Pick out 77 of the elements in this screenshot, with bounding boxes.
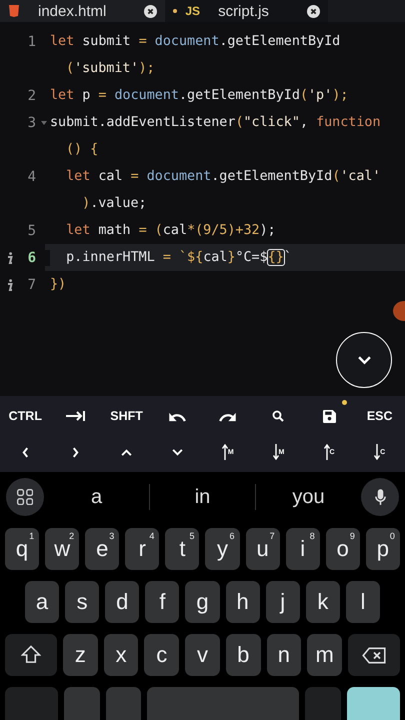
line-number: 5 (28, 222, 36, 238)
code-line: ('submit'); (65, 61, 155, 76)
line-number: 2 (28, 88, 36, 104)
shift-icon (21, 645, 42, 665)
html-file-icon (8, 5, 20, 17)
keyboard-key[interactable]: e$^{3}$ (85, 528, 120, 570)
keyboard-key[interactable]: o$^{9}$ (326, 528, 360, 570)
keyboard-key[interactable]: u$^{7}$ (246, 528, 280, 570)
keyboard-key[interactable]: y$^{6}$ (205, 528, 240, 570)
keyboard-key[interactable]: q$^{1}$ (5, 528, 40, 570)
fold-icon[interactable] (41, 120, 47, 124)
keyboard-key[interactable]: g (185, 581, 220, 623)
line-number: 1 (28, 34, 36, 50)
line-number: 7 (28, 276, 36, 292)
down-arrow-icon (374, 444, 380, 460)
chevron-down-icon (358, 356, 370, 364)
code-line: }) (50, 277, 66, 292)
keyboard-key[interactable]: b (226, 634, 261, 676)
keyboard-key[interactable]: x (104, 634, 138, 676)
code-line: let submit = document.getElementById (50, 34, 340, 49)
microphone-icon (374, 488, 386, 506)
down-arrow-icon (272, 444, 279, 460)
save-icon (322, 410, 336, 422)
keyboard-key[interactable]: k (306, 581, 340, 623)
extra-key[interactable]: SHFT (101, 398, 152, 434)
keyboard-key[interactable]: f (145, 581, 180, 623)
close-icon[interactable] (306, 4, 320, 18)
code-line: submit.addEventListener("click", function (50, 115, 381, 130)
keyboard-key[interactable]: p$^{0}$ (366, 528, 400, 570)
line-number: 3 (28, 114, 36, 130)
backspace-key[interactable] (348, 634, 400, 676)
apps-button[interactable] (6, 478, 44, 516)
keyboard-key[interactable]: a (25, 581, 60, 623)
js-label: JS (185, 4, 200, 18)
line-number: 6 (28, 250, 36, 266)
tab-label: script.js (218, 2, 269, 20)
keyboard-key[interactable]: d (105, 581, 140, 623)
close-icon[interactable] (144, 4, 158, 18)
line-number: 4 (28, 168, 36, 184)
code-line: p.innerHTML = `${cal}°C=${}` (65, 250, 292, 265)
suggestion[interactable]: you (256, 484, 361, 510)
file-tab[interactable]: JS script.js (165, 0, 328, 22)
up-arrow-icon (324, 444, 330, 460)
code-line: ).value; (81, 196, 147, 211)
keyboard-key[interactable]: i $^{8}$ (286, 528, 320, 570)
undo-icon (168, 410, 187, 422)
keyboard-key[interactable]: v (185, 634, 220, 676)
tab-icon (66, 410, 86, 422)
microphone-button[interactable] (361, 478, 399, 516)
keyboard-key[interactable]: l (346, 581, 380, 623)
keyboard-key[interactable]: m (307, 634, 342, 676)
keyboard-key[interactable]: h (226, 581, 260, 623)
code-line: let p = document.getElementById('p'); (50, 88, 348, 103)
apps-grid-icon (17, 489, 33, 505)
redo-icon (218, 410, 238, 422)
enter-key[interactable] (346, 687, 400, 720)
code-line: () { (65, 142, 98, 157)
keyboard-key[interactable]: w$^{2}$ (45, 528, 80, 570)
shift-key[interactable] (5, 634, 58, 676)
up-arrow-icon (222, 444, 228, 460)
tab-label: index.html (38, 2, 106, 20)
keyboard-key[interactable]: c (144, 634, 180, 676)
keyboard-key[interactable]: s (65, 581, 100, 623)
code-line: let cal = document.getElementById('cal' (65, 169, 381, 184)
keyboard-key[interactable]: n (266, 634, 302, 676)
suggestion[interactable]: a (44, 484, 149, 510)
code-line: let math = (cal*(9/5)+32); (65, 223, 276, 238)
keyboard-key[interactable]: t $^{5}$ (165, 528, 200, 570)
keyboard-key[interactable]: r$^{4}$ (125, 528, 160, 570)
keyboard-key[interactable]: j (266, 581, 300, 623)
file-tab[interactable]: index.html (0, 0, 166, 22)
extra-key[interactable]: ESC (354, 398, 405, 434)
extra-key[interactable]: CTRL (0, 398, 51, 434)
suggestion[interactable]: in (150, 484, 255, 510)
backspace-icon (362, 646, 386, 664)
keyboard-key[interactable]: z (63, 634, 98, 676)
search-icon (272, 410, 284, 422)
